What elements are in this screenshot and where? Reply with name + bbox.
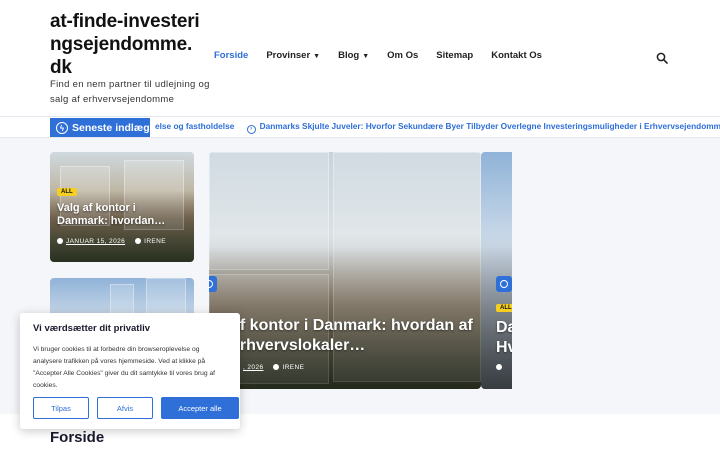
nav-item-sitemap[interactable]: Sitemap (436, 50, 473, 61)
user-icon (135, 238, 142, 244)
latest-posts-ticker: ϟ Seneste indlæg else og fastholdelse › D… (0, 116, 720, 138)
post-title[interactable]: Valg af kontor i Danmark: hvordan… (57, 202, 189, 228)
cookie-buttons: Tilpas Afvis Accepter alle (33, 397, 239, 419)
nav-item-om-os[interactable]: Om Os (387, 50, 418, 61)
ticker-track: else og fastholdelse › Danmarks Skjulte J… (155, 121, 720, 134)
cookie-text: Vi bruger cookies til at forbedre din br… (33, 346, 216, 389)
post-author[interactable]: IRENE (282, 364, 304, 371)
category-badge[interactable]: ALL (57, 188, 77, 196)
site-title[interactable]: at-finde-investeringsejendomme.dk (50, 10, 200, 79)
post-title[interactable]: af kontor i Danmark: hvordan af erhvervs… (231, 316, 479, 356)
accept-all-button[interactable]: Accepter alle (161, 397, 239, 419)
cookie-consent-banner: Vi værdsætter dit privatliv Vi bruger co… (20, 313, 240, 429)
nav-item-blog[interactable]: Blog ▼ (338, 50, 369, 61)
post-author[interactable]: IRENE (144, 238, 166, 245)
clock-icon (57, 238, 63, 244)
ticker-item[interactable]: › Danmarks Skjulte Juveler: Hvorfor Sekun… (246, 121, 720, 134)
post-card[interactable]: ALL Da Hv (481, 152, 512, 389)
site-header: at-finde-investeringsejendomme.dk Find e… (0, 0, 720, 116)
customize-button[interactable]: Tilpas (33, 397, 89, 419)
user-icon (273, 364, 280, 370)
arrow-right-icon: › (246, 125, 256, 134)
reject-button[interactable]: Afvis (97, 397, 153, 419)
post-card[interactable]: ALL Valg af kontor i Danmark: hvordan… J… (50, 152, 194, 262)
bolt-icon: ϟ (56, 122, 68, 134)
post-title[interactable]: Da Hv (496, 318, 512, 358)
cookie-title: Vi værdsætter dit privatliv (33, 323, 151, 334)
search-icon[interactable] (656, 52, 668, 64)
clock-icon (496, 364, 502, 370)
camera-icon (209, 276, 217, 292)
category-badge[interactable]: ALL (496, 304, 512, 312)
nav-item-provinser[interactable]: Provinser ▼ (266, 50, 320, 61)
featured-post-card[interactable]: af kontor i Danmark: hvordan af erhvervs… (209, 152, 481, 389)
camera-icon (496, 276, 512, 292)
page-title: Forside (50, 429, 105, 446)
post-meta (496, 364, 505, 371)
ticker-item[interactable]: else og fastholdelse (155, 121, 234, 131)
main-nav: Forside Provinser ▼ Blog ▼ Om Os Sitemap K… (214, 50, 560, 61)
post-meta: , 2026 IRENE (243, 364, 304, 371)
post-date[interactable]: JANUAR 15, 2026 (66, 238, 125, 245)
post-date[interactable]: , 2026 (243, 364, 263, 371)
nav-item-forside[interactable]: Forside (214, 50, 248, 61)
post-meta: JANUAR 15, 2026 IRENE (57, 238, 166, 245)
nav-item-kontakt-os[interactable]: Kontakt Os (491, 50, 542, 61)
ticker-label: ϟ Seneste indlæg (50, 118, 150, 137)
caret-down-icon: ▼ (313, 53, 321, 60)
site-tagline: Find en nem partner til udlejning og sal… (50, 79, 210, 105)
caret-down-icon: ▼ (362, 53, 370, 60)
